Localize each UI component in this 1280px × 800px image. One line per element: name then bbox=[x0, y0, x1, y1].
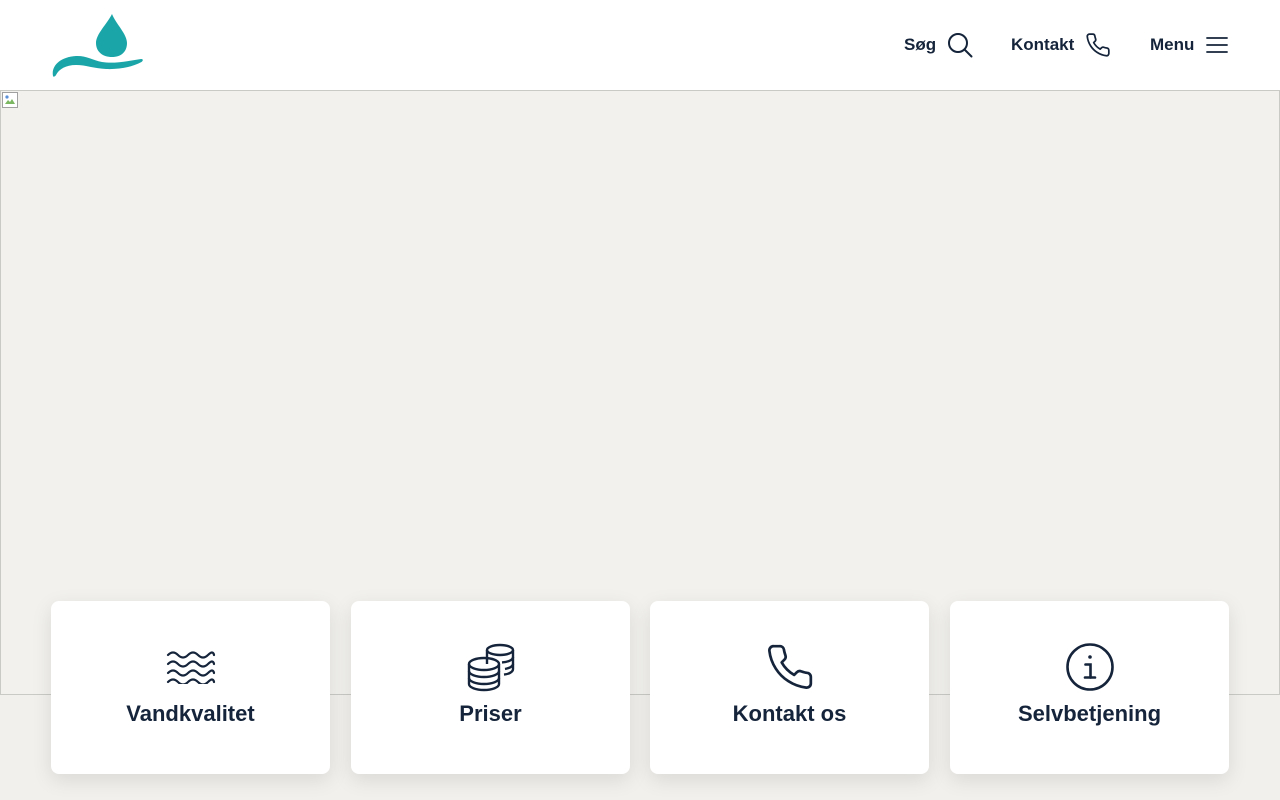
contact-label: Kontakt bbox=[1011, 35, 1075, 54]
quick-link-kontakt-os[interactable]: Kontakt os bbox=[650, 601, 929, 774]
info-icon bbox=[950, 641, 1229, 693]
phone-icon bbox=[650, 641, 929, 693]
menu-label: Menu bbox=[1150, 35, 1195, 54]
hamburger-menu-icon bbox=[1205, 35, 1229, 55]
menu-button[interactable]: Menu bbox=[1150, 0, 1229, 90]
quick-link-priser[interactable]: Priser bbox=[351, 601, 630, 774]
search-button[interactable]: Søg bbox=[904, 0, 973, 90]
site-header: Søg Kontakt Menu bbox=[0, 0, 1280, 90]
quick-link-vandkvalitet[interactable]: Vandkvalitet bbox=[51, 601, 330, 774]
quick-link-selvbetjening[interactable]: Selvbetjening bbox=[950, 601, 1229, 774]
water-drop-logo-icon bbox=[52, 14, 143, 77]
quick-link-label: Selvbetjening bbox=[1017, 701, 1162, 726]
quick-link-label: Kontakt os bbox=[732, 701, 847, 726]
phone-icon bbox=[1085, 32, 1111, 58]
quick-links: Vandkvalitet Priser Kontakt os Selvbetje… bbox=[51, 601, 1229, 774]
search-icon bbox=[947, 32, 973, 58]
quick-link-label: Vandkvalitet bbox=[126, 701, 255, 726]
contact-button[interactable]: Kontakt bbox=[1011, 0, 1111, 90]
search-label: Søg bbox=[904, 35, 937, 54]
site-logo[interactable] bbox=[50, 12, 146, 78]
broken-image-icon bbox=[2, 92, 18, 108]
coins-icon bbox=[351, 641, 630, 693]
waves-icon bbox=[51, 641, 330, 693]
quick-link-label: Priser bbox=[459, 701, 522, 726]
